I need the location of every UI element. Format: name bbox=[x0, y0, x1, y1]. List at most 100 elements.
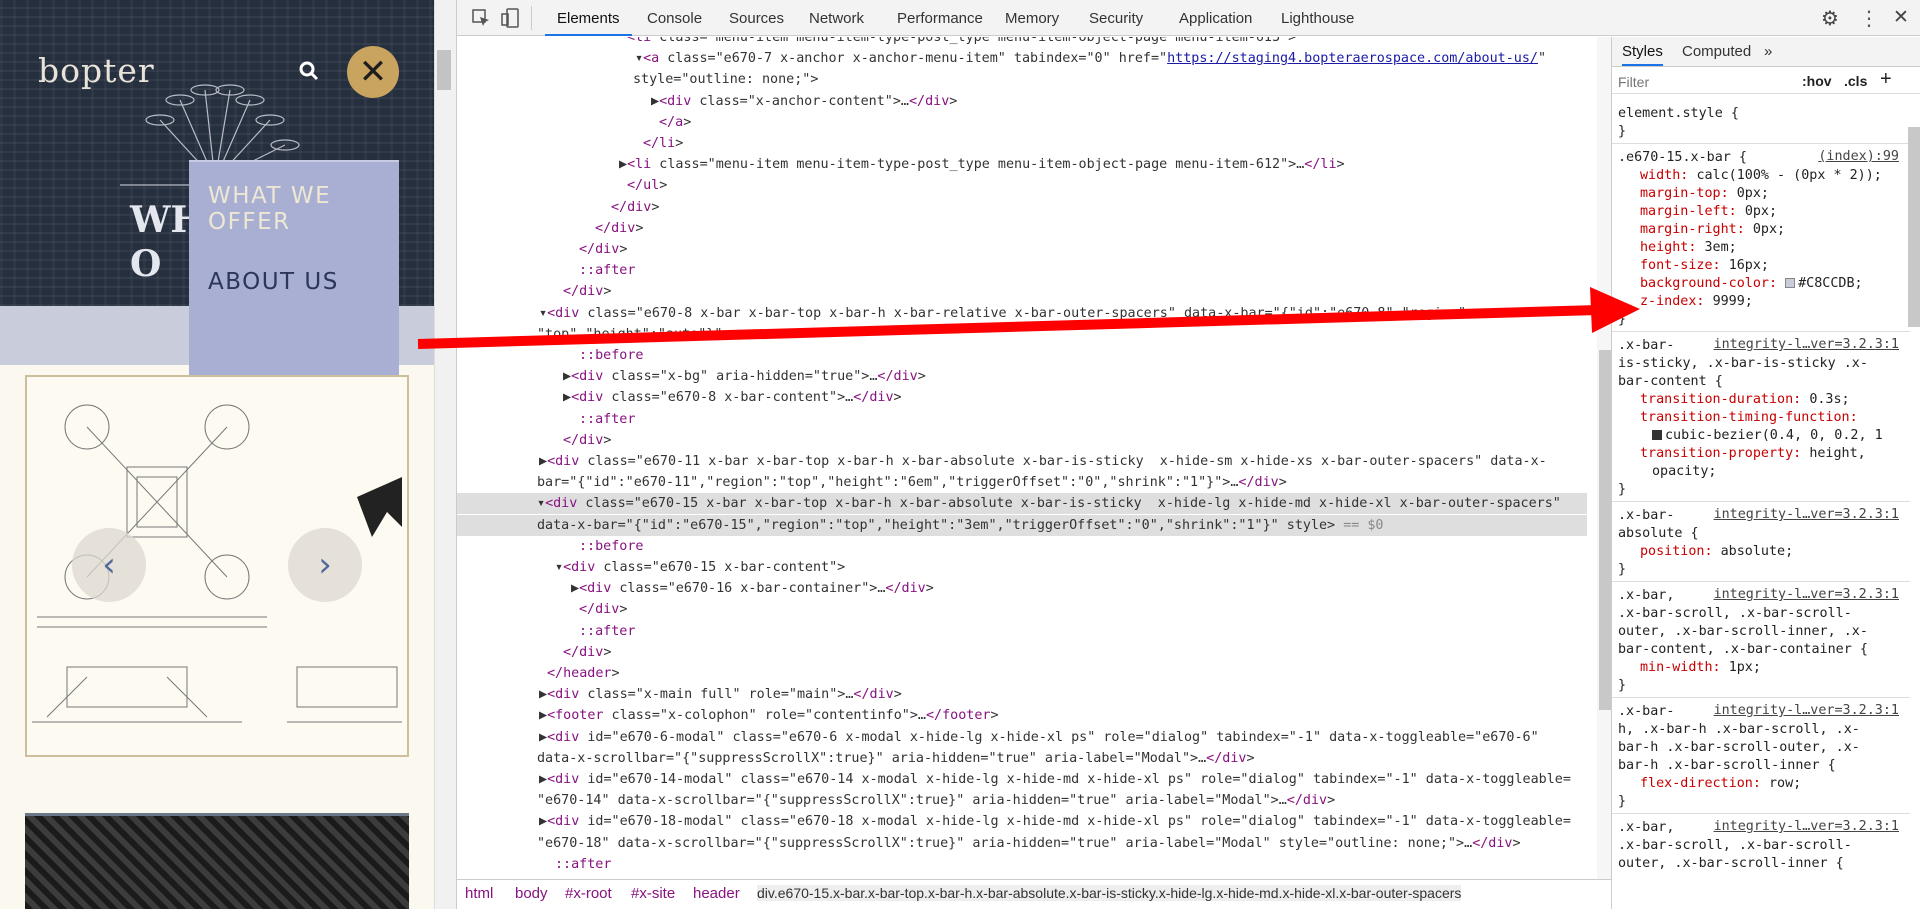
dom-line[interactable]: ▶<div class="x-main full" role="main">…<… bbox=[539, 684, 902, 705]
site-scrollbar[interactable] bbox=[434, 0, 456, 909]
dom-line[interactable]: ▶<li class="menu-item menu-item-type-pos… bbox=[619, 154, 1345, 175]
dom-line[interactable]: ▶<div class="x-anchor-content">…</div> bbox=[651, 91, 957, 112]
dom-line[interactable]: </div> bbox=[563, 281, 611, 302]
dom-line[interactable]: ▶<div id="e670-6-modal" class="e670-6 x-… bbox=[539, 727, 1539, 748]
css-declaration[interactable]: flex-direction: row; bbox=[1640, 775, 1801, 793]
dom-line[interactable]: </div> bbox=[579, 599, 627, 620]
dom-line[interactable]: "top","height":"auto"}"> bbox=[537, 324, 730, 345]
inspect-element-icon[interactable] bbox=[472, 9, 490, 27]
dom-line[interactable]: ▶<div id="e670-18-modal" class="e670-18 … bbox=[539, 811, 1571, 832]
css-declaration[interactable]: opacity; bbox=[1652, 463, 1717, 481]
dom-line[interactable]: ▶<div class="x-bg" aria-hidden="true">…<… bbox=[563, 366, 926, 387]
dom-line[interactable]: data-x-bar="{"id":"e670-15","region":"to… bbox=[457, 514, 1587, 536]
close-devtools-icon[interactable]: ✕ bbox=[1893, 6, 1909, 28]
tab-elements[interactable]: Elements bbox=[545, 0, 632, 36]
tab-network[interactable]: Network bbox=[809, 0, 864, 36]
carousel-next-button[interactable]: › bbox=[288, 528, 362, 602]
add-rule-icon[interactable]: + bbox=[1880, 68, 1892, 91]
dom-line[interactable]: ▶<footer class="x-colophon" role="conten… bbox=[539, 705, 999, 726]
dom-line[interactable]: ▾<div class="e670-15 x-bar x-bar-top x-b… bbox=[457, 493, 1587, 515]
css-declaration[interactable]: margin-top: 0px; bbox=[1640, 185, 1769, 203]
css-declaration[interactable]: cubic-bezier(0.4, 0, 0.2, 1 bbox=[1652, 427, 1883, 445]
dom-line[interactable]: </div> bbox=[611, 197, 659, 218]
css-declaration[interactable]: margin-left: 0px; bbox=[1640, 203, 1777, 221]
breadcrumb-item[interactable]: div.e670-15.x-bar.x-bar-top.x-bar-h.x-ba… bbox=[757, 885, 1462, 901]
dom-line[interactable]: ::after bbox=[579, 621, 635, 642]
rule-x-bar-min-width-source-link[interactable]: integrity-l…ver=3.2.3:1 bbox=[1714, 587, 1899, 602]
more-tabs-icon[interactable]: » bbox=[1764, 43, 1772, 60]
breadcrumb-item[interactable]: body bbox=[515, 885, 548, 902]
menu-item-about-us[interactable]: ABOUT US bbox=[208, 269, 339, 295]
dom-line[interactable]: ▶<div class="e670-8 x-bar-content">…</di… bbox=[563, 387, 902, 408]
dom-line[interactable]: ::after bbox=[579, 409, 635, 430]
rule-x-bar-scroll-source-link[interactable]: integrity-l…ver=3.2.3:1 bbox=[1714, 819, 1899, 834]
breadcrumb-item[interactable]: #x-root bbox=[565, 885, 612, 902]
dom-line[interactable]: data-x-scrollbar="{"suppressScrollX":tru… bbox=[537, 748, 1255, 769]
dom-scrollbar-thumb[interactable] bbox=[1599, 350, 1611, 710]
dom-line[interactable]: "e670-18" data-x-scrollbar="{"suppressSc… bbox=[537, 833, 1521, 854]
dom-line[interactable]: ::before bbox=[579, 345, 644, 366]
dom-line[interactable]: ▾<div class="e670-15 x-bar-content"> bbox=[555, 557, 845, 578]
tab-computed[interactable]: Computed bbox=[1682, 43, 1751, 60]
dom-line[interactable]: </div> bbox=[595, 218, 643, 239]
styles-scrollbar-thumb[interactable] bbox=[1908, 127, 1920, 327]
tab-lighthouse[interactable]: Lighthouse bbox=[1281, 0, 1354, 36]
breadcrumb-item[interactable]: #x-site bbox=[631, 885, 675, 902]
menu-item-what-we-offer[interactable]: WHAT WE OFFER bbox=[208, 183, 358, 235]
search-icon[interactable] bbox=[298, 60, 320, 82]
styles-filter-input[interactable] bbox=[1618, 72, 1778, 92]
rule-x-bar-h-source-link[interactable]: integrity-l…ver=3.2.3:1 bbox=[1714, 703, 1899, 718]
rule-x-bar-is-sticky-source-link[interactable]: integrity-l…ver=3.2.3:1 bbox=[1714, 337, 1899, 352]
site-logo[interactable]: bopter bbox=[38, 51, 155, 90]
tab-sources[interactable]: Sources bbox=[729, 0, 784, 36]
css-declaration[interactable]: background-color: #C8CCDB; bbox=[1640, 275, 1863, 293]
dom-line[interactable]: </div> bbox=[563, 430, 611, 451]
dom-line[interactable]: "e670-14" data-x-scrollbar="{"suppressSc… bbox=[537, 790, 1335, 811]
dom-line[interactable]: <li class="menu-item menu-item-type-post… bbox=[627, 37, 1296, 48]
dom-line[interactable]: </a> bbox=[659, 112, 691, 133]
css-declaration[interactable]: z-index: 9999; bbox=[1640, 293, 1753, 311]
rule-e670-15-x-bar-source-link[interactable]: (index):99 bbox=[1818, 149, 1899, 164]
tab-security[interactable]: Security bbox=[1089, 0, 1143, 36]
dom-line[interactable]: </header> bbox=[547, 663, 620, 684]
tab-memory[interactable]: Memory bbox=[1005, 0, 1059, 36]
tab-performance[interactable]: Performance bbox=[897, 0, 983, 36]
css-declaration[interactable]: transition-property: height, bbox=[1640, 445, 1866, 463]
dom-line[interactable]: ▶<div class="e670-16 x-bar-container">…<… bbox=[571, 578, 934, 599]
dom-line[interactable]: bar="{"id":"e670-11","region":"top","hei… bbox=[537, 472, 1287, 493]
breadcrumb-item[interactable]: html bbox=[465, 885, 493, 902]
dom-line[interactable]: ▶<div id="e670-14-modal" class="e670-14 … bbox=[539, 769, 1571, 790]
hov-toggle[interactable]: :hov bbox=[1802, 73, 1832, 89]
more-options-icon[interactable]: ⋮ bbox=[1859, 6, 1879, 30]
dom-line[interactable]: ::after bbox=[555, 854, 611, 875]
dom-line[interactable]: </div> bbox=[579, 239, 627, 260]
site-scrollbar-thumb[interactable] bbox=[437, 50, 451, 90]
dom-line[interactable]: </li> bbox=[643, 133, 683, 154]
carousel-prev-button[interactable]: ‹ bbox=[72, 528, 146, 602]
dom-line[interactable]: ▾<div class="e670-8 x-bar x-bar-top x-ba… bbox=[539, 303, 1474, 324]
dom-line[interactable]: ▶<div class="e670-11 x-bar x-bar-top x-b… bbox=[539, 451, 1547, 472]
dom-line[interactable]: ::after bbox=[579, 260, 635, 281]
bezier-editor-icon[interactable] bbox=[1652, 430, 1662, 440]
css-declaration[interactable]: width: calc(100% - (0px * 2)); bbox=[1640, 167, 1882, 185]
css-declaration[interactable]: position: absolute; bbox=[1640, 543, 1793, 561]
color-swatch[interactable] bbox=[1785, 278, 1796, 288]
dom-line[interactable]: </ul> bbox=[627, 175, 667, 196]
tab-application[interactable]: Application bbox=[1179, 0, 1252, 36]
css-declaration[interactable]: min-width: 1px; bbox=[1640, 659, 1761, 677]
tab-console[interactable]: Console bbox=[647, 0, 702, 36]
close-menu-button[interactable]: ✕ bbox=[347, 46, 399, 98]
cls-toggle[interactable]: .cls bbox=[1844, 73, 1867, 89]
dom-tree[interactable]: <li class="menu-item menu-item-type-post… bbox=[457, 37, 1587, 879]
dom-line[interactable]: ::before bbox=[579, 536, 644, 557]
dom-line[interactable]: </div> bbox=[563, 642, 611, 663]
dom-line[interactable]: style="outline: none;"> bbox=[633, 69, 818, 90]
breadcrumb-item[interactable]: header bbox=[693, 885, 740, 902]
rule-x-bar-absolute-source-link[interactable]: integrity-l…ver=3.2.3:1 bbox=[1714, 507, 1899, 522]
settings-gear-icon[interactable]: ⚙ bbox=[1821, 6, 1839, 30]
dom-line[interactable]: ▾<a class="e670-7 x-anchor x-anchor-menu… bbox=[635, 48, 1546, 69]
css-declaration[interactable]: transition-duration: 0.3s; bbox=[1640, 391, 1850, 409]
css-declaration[interactable]: font-size: 16px; bbox=[1640, 257, 1769, 275]
tab-styles[interactable]: Styles bbox=[1622, 43, 1663, 66]
css-declaration[interactable]: transition-timing-function: bbox=[1640, 409, 1866, 427]
